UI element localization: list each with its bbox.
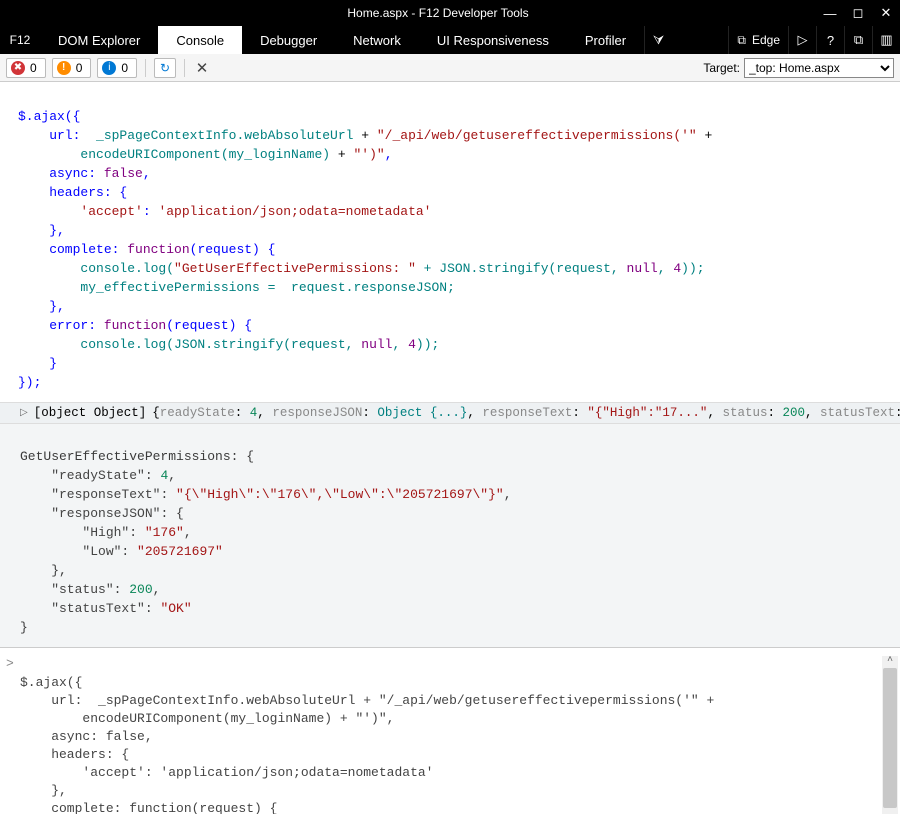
panel-icon[interactable]: ▥ xyxy=(872,26,900,54)
menu-profiler[interactable]: Profiler xyxy=(567,26,644,54)
info-count: 0 xyxy=(121,61,128,75)
target-label: Target: xyxy=(703,61,740,75)
menu-dom-explorer[interactable]: DOM Explorer xyxy=(40,26,158,54)
errors-count: 0 xyxy=(30,61,37,75)
refresh-button[interactable]: ↻ xyxy=(154,58,176,78)
device-icon: ⧉ xyxy=(737,33,746,48)
help-icon[interactable]: ? xyxy=(816,26,844,54)
emulation-edge[interactable]: ⧉ Edge xyxy=(728,26,788,54)
error-icon: ✖ xyxy=(11,61,25,75)
refresh-icon: ↻ xyxy=(160,61,170,75)
errors-badge[interactable]: ✖ 0 xyxy=(6,58,46,78)
clear-button[interactable]: ✕ xyxy=(193,59,211,77)
console-input-wrap: > $.ajax({ url: _spPageContextInfo.webAb… xyxy=(0,648,900,814)
scroll-up-icon[interactable]: ˄ xyxy=(887,654,893,665)
run-script-icon[interactable]: ▷ xyxy=(788,26,816,54)
warning-icon: ! xyxy=(57,61,71,75)
console-output-summary[interactable]: ▷ [object Object] {readyState: 4, respon… xyxy=(0,402,900,424)
console-history: $.ajax({ url: _spPageContextInfo.webAbso… xyxy=(0,82,900,402)
info-badge[interactable]: i 0 xyxy=(97,58,137,78)
menu-bar: F12 DOM Explorer Console Debugger Networ… xyxy=(0,26,900,54)
menu-console[interactable]: Console xyxy=(158,26,242,54)
window-title: Home.aspx - F12 Developer Tools xyxy=(60,6,816,20)
menu-overflow-icon[interactable]: ⮛ xyxy=(644,26,672,54)
warnings-count: 0 xyxy=(76,61,83,75)
menu-f12[interactable]: F12 xyxy=(0,26,40,54)
prompt-icon: > xyxy=(6,656,14,671)
dock-icon[interactable]: ⧉ xyxy=(844,26,872,54)
console-toolbar: ✖ 0 ! 0 i 0 ↻ ✕ Target: _top: Home.aspx xyxy=(0,54,900,82)
menu-network[interactable]: Network xyxy=(335,26,419,54)
scrollbar[interactable]: ˄ ˅ xyxy=(882,656,898,814)
output-object: [object Object] xyxy=(34,406,147,420)
expand-icon[interactable]: ▷ xyxy=(20,407,28,419)
console-output-body: GetUserEffectivePermissions: { "readySta… xyxy=(0,424,900,648)
close-button[interactable]: ✕ xyxy=(872,0,900,26)
title-bar: Home.aspx - F12 Developer Tools — ◻ ✕ xyxy=(0,0,900,26)
menu-ui-responsiveness[interactable]: UI Responsiveness xyxy=(419,26,567,54)
info-icon: i xyxy=(102,61,116,75)
target-dropdown[interactable]: _top: Home.aspx xyxy=(744,58,894,78)
warnings-badge[interactable]: ! 0 xyxy=(52,58,92,78)
console-input[interactable]: $.ajax({ url: _spPageContextInfo.webAbso… xyxy=(0,648,900,814)
minimize-button[interactable]: — xyxy=(816,0,844,26)
scroll-thumb[interactable] xyxy=(883,668,897,808)
maximize-button[interactable]: ◻ xyxy=(844,0,872,26)
edge-label: Edge xyxy=(752,33,780,47)
menu-debugger[interactable]: Debugger xyxy=(242,26,335,54)
target-selector: Target: _top: Home.aspx xyxy=(703,58,894,78)
